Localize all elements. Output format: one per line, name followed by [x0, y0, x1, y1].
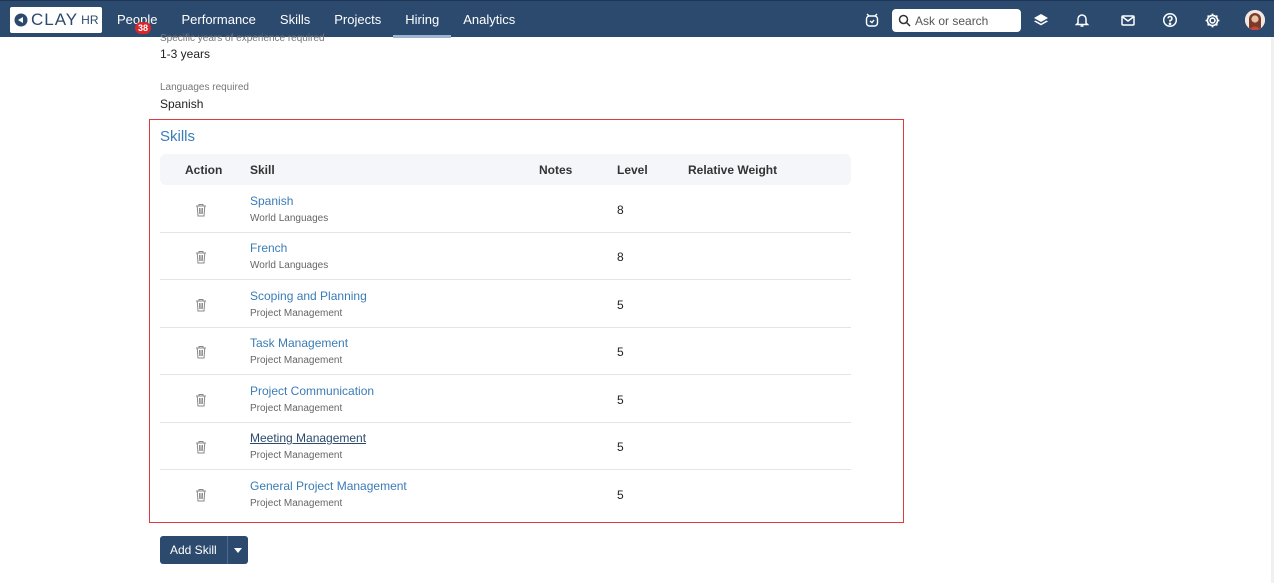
nav-projects-label: Projects — [334, 12, 382, 27]
bell-icon[interactable] — [1073, 11, 1091, 29]
col-action: Action — [185, 163, 223, 177]
skill-name-link[interactable]: Spanish — [250, 194, 293, 208]
people-notification-badge: 38 — [135, 22, 152, 34]
table-row: Spanish World Languages 8 — [160, 186, 851, 233]
trash-icon[interactable] — [195, 203, 207, 217]
skill-level: 5 — [617, 345, 624, 359]
nav-hiring-label: Hiring — [405, 12, 440, 27]
table-row: French World Languages 8 — [160, 233, 851, 280]
skill-name-link[interactable]: Task Management — [250, 336, 348, 350]
nav-analytics[interactable]: Analytics — [451, 1, 527, 38]
search-input[interactable] — [915, 13, 1020, 28]
nav-skills-label: Skills — [279, 12, 311, 27]
gear-icon[interactable] — [1203, 11, 1221, 29]
skills-table-header: Action Skill Notes Level Relative Weight — [160, 154, 851, 185]
table-row: General Project Management Project Manag… — [160, 471, 851, 518]
experience-value: 1-3 years — [160, 47, 211, 61]
logo-suffix: HR — [81, 13, 99, 27]
clayhr-logo[interactable]: CLAY HR — [10, 7, 102, 33]
user-avatar[interactable] — [1245, 10, 1265, 30]
nav-projects[interactable]: Projects — [322, 1, 393, 38]
trash-icon[interactable] — [195, 298, 207, 312]
table-row: Scoping and Planning Project Management … — [160, 281, 851, 328]
logo-mark-icon — [14, 13, 28, 27]
nav-hiring[interactable]: Hiring — [393, 1, 452, 38]
search-box[interactable] — [892, 9, 1021, 32]
skill-name-link[interactable]: General Project Management — [250, 479, 407, 493]
nav-analytics-label: Analytics — [463, 12, 516, 27]
add-skill-label: Add Skill — [170, 543, 217, 557]
table-row: Task Management Project Management 5 — [160, 328, 851, 375]
skill-level: 5 — [617, 488, 624, 502]
languages-label: Languages required — [160, 82, 249, 93]
main-content: Specific years of experience required 1-… — [0, 33, 1274, 583]
mail-icon[interactable] — [1119, 11, 1137, 29]
top-navigation-bar: CLAY HR People 38 Performance Skills Pro… — [0, 0, 1274, 38]
experience-label: Specific years of experience required — [160, 33, 325, 44]
table-row: Meeting Management Project Management 5 — [160, 423, 851, 470]
skills-section: Skills Action Skill Notes Level Relative… — [149, 119, 904, 523]
search-icon — [898, 14, 911, 27]
table-row: Project Communication Project Management… — [160, 376, 851, 423]
help-icon[interactable] — [1161, 11, 1179, 29]
clock-chat-icon[interactable] — [863, 11, 881, 29]
skill-name-link[interactable]: Project Communication — [250, 384, 374, 398]
col-relative-weight: Relative Weight — [688, 163, 778, 177]
skill-category: Project Management — [250, 498, 343, 509]
trash-icon[interactable] — [195, 488, 207, 502]
trash-icon[interactable] — [195, 345, 207, 359]
layers-icon[interactable] — [1032, 11, 1050, 29]
add-skill-button[interactable]: Add Skill — [160, 536, 248, 564]
languages-value: Spanish — [160, 97, 204, 111]
trash-icon[interactable] — [195, 250, 207, 264]
skill-name-link[interactable]: Scoping and Planning — [250, 289, 367, 303]
skill-category: World Languages — [250, 260, 329, 271]
skills-title: Skills — [160, 128, 196, 145]
skill-name-link[interactable]: French — [250, 241, 287, 255]
skill-category: World Languages — [250, 213, 329, 224]
skill-level: 8 — [617, 250, 624, 264]
skill-category: Project Management — [250, 308, 343, 319]
caret-down-icon — [234, 547, 242, 553]
col-skill: Skill — [250, 163, 275, 177]
skill-name-link[interactable]: Meeting Management — [250, 431, 366, 445]
nav-performance-label: Performance — [181, 12, 256, 27]
skill-level: 5 — [617, 298, 624, 312]
skill-category: Project Management — [250, 355, 343, 366]
col-notes: Notes — [539, 163, 573, 177]
trash-icon[interactable] — [195, 440, 207, 454]
skill-category: Project Management — [250, 450, 343, 461]
logo-text: CLAY — [31, 10, 79, 29]
col-level: Level — [617, 163, 648, 177]
skill-level: 8 — [617, 203, 624, 217]
skill-level: 5 — [617, 440, 624, 454]
skill-level: 5 — [617, 393, 624, 407]
skill-category: Project Management — [250, 403, 343, 414]
trash-icon[interactable] — [195, 393, 207, 407]
add-skill-dropdown-toggle[interactable] — [227, 536, 248, 564]
